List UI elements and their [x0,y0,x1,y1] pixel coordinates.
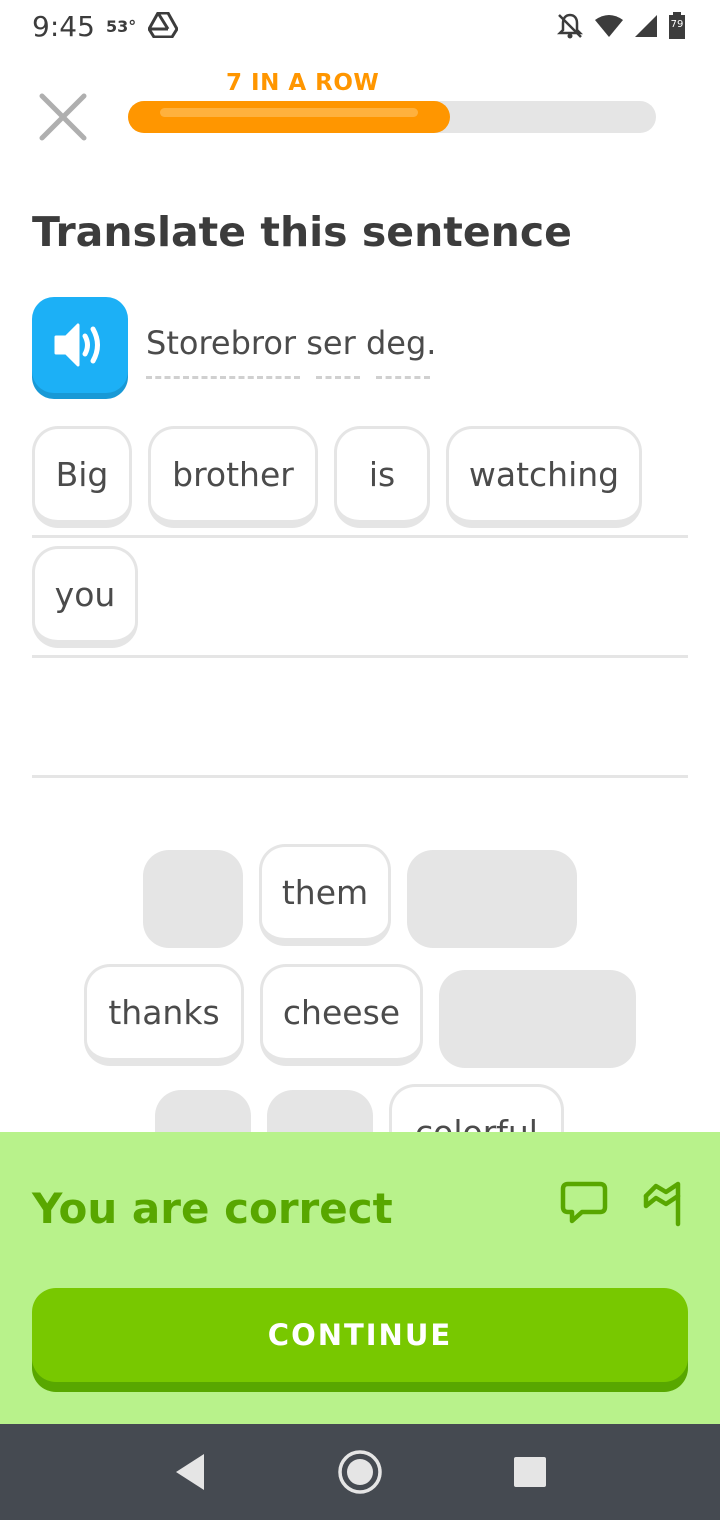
answer-word-chip[interactable]: is [334,426,430,528]
speaker-icon [54,323,100,367]
word-bank-slot-empty [407,850,577,948]
recents-icon[interactable] [512,1448,548,1500]
drive-icon [147,11,179,42]
answer-word-chip[interactable]: brother [148,426,318,528]
prompt-word-underline [146,376,300,379]
answer-line [32,655,688,658]
feedback-panel: You are correct CONTINUE [0,1132,720,1424]
comment-icon[interactable] [560,1180,608,1230]
exercise-title: Translate this sentence [32,208,572,256]
home-icon[interactable] [336,1448,384,1500]
close-button[interactable] [38,92,90,144]
answer-word-chip[interactable]: you [32,546,138,648]
streak-label: 7 IN A ROW [226,70,380,96]
prompt-word-underline [316,376,360,379]
lesson-progress-bar [128,101,656,133]
status-temperature: 53° [106,17,137,36]
lesson-progress-fill [128,101,450,133]
progress-shine [160,108,418,117]
feedback-message: You are correct [32,1184,393,1233]
word-bank-chip[interactable]: them [259,844,391,946]
word-bank-slot-empty [439,970,636,1068]
answer-word-chip[interactable]: Big [32,426,132,528]
battery-icon: 79 [668,12,686,44]
continue-button[interactable]: CONTINUE [32,1288,688,1382]
word-bank-chip[interactable]: cheese [260,964,423,1066]
close-icon [39,93,87,141]
prompt-word-underline [376,376,430,379]
answer-line [32,775,688,778]
battery-level: 79 [670,19,684,30]
android-nav-bar [0,1424,720,1520]
answer-line [32,535,688,538]
wifi-icon [594,14,624,42]
status-icons: 79 [556,12,686,44]
status-bar: 9:45 53° 79 [0,0,720,56]
word-bank-chip[interactable]: thanks [84,964,244,1066]
notifications-off-icon [556,12,584,44]
speaker-button[interactable] [32,297,128,393]
signal-icon [634,14,658,42]
status-time: 9:45 [32,10,95,43]
flag-icon[interactable] [642,1180,684,1232]
word-bank-slot-empty [143,850,243,948]
answer-word-chip[interactable]: watching [446,426,642,528]
back-icon[interactable] [172,1448,206,1500]
prompt-sentence[interactable]: Storebror ser deg. [146,324,436,362]
